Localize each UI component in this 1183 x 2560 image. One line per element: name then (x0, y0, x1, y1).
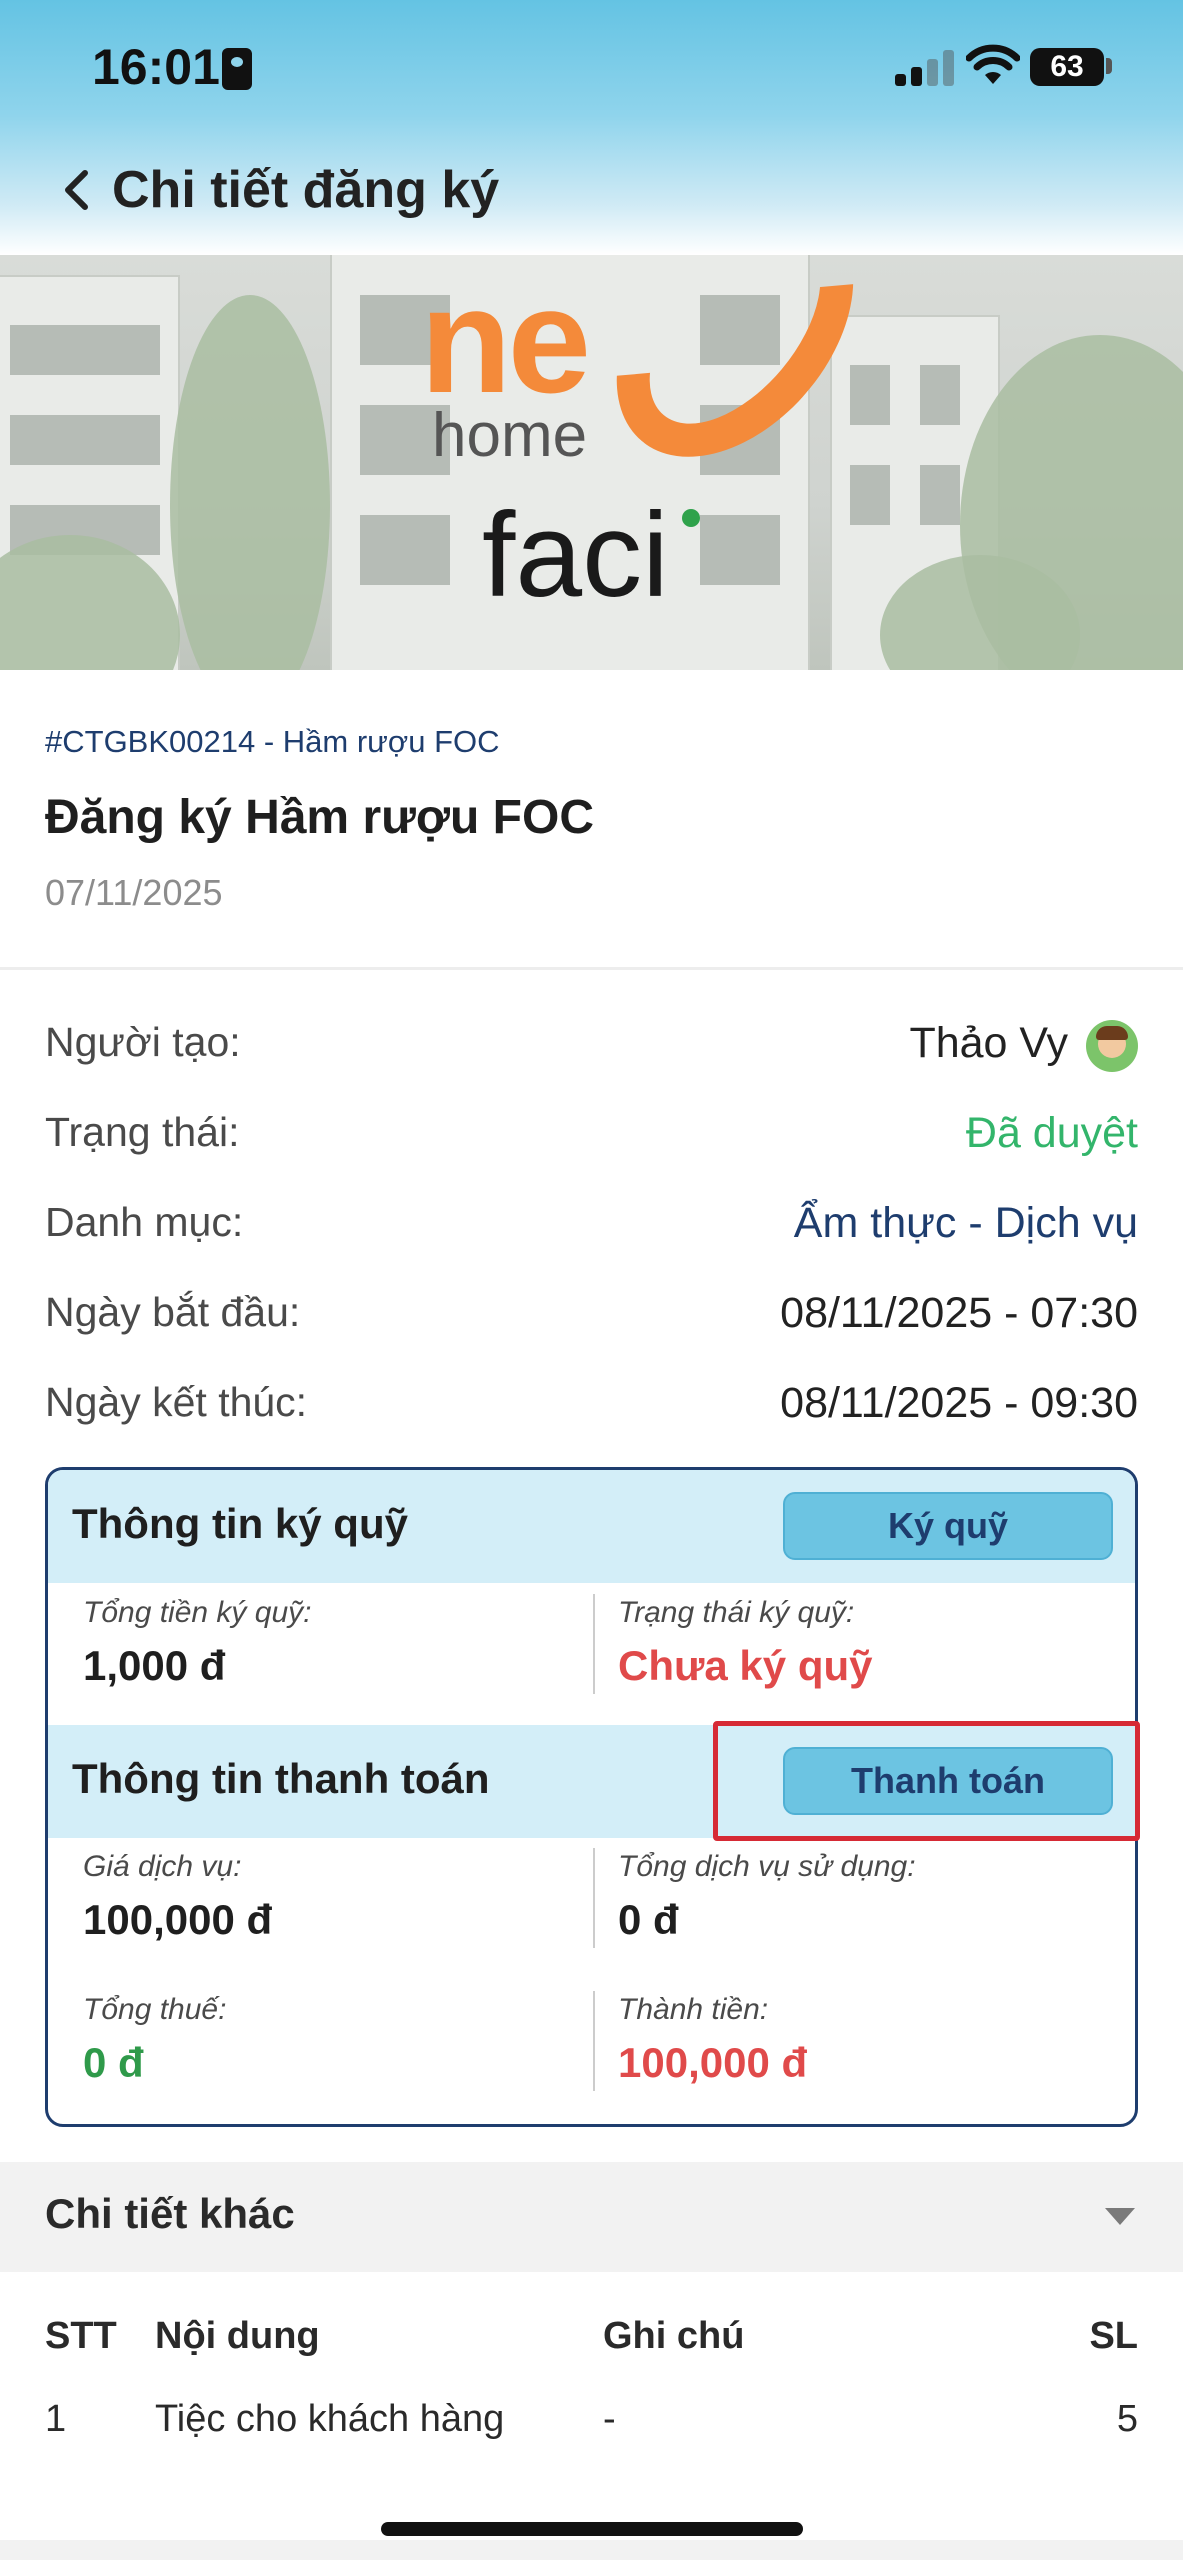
info-row-status: Trạng thái: Đã duyệt (45, 1109, 1138, 1169)
row-quantity: 5 (1116, 2398, 1138, 2440)
avatar (1086, 1019, 1138, 1072)
column-divider (593, 1594, 595, 1694)
logo-home: home (432, 401, 588, 470)
column-header-stt: STT (45, 2315, 117, 2357)
info-label: Ngày bắt đầu: (45, 1289, 301, 1335)
wifi-icon (966, 44, 1020, 84)
info-row-start: Ngày bắt đầu: 08/11/2025 - 07:30 (45, 1289, 1138, 1349)
info-label: Ngày kết thúc: (45, 1379, 308, 1425)
logo-faci: faci (482, 488, 669, 622)
deposit-header: Thông tin ký quỹ Ký quỹ (48, 1470, 1135, 1583)
category-value: Ẩm thực - Dịch vụ (793, 1199, 1138, 1247)
payment-header: Thông tin thanh toán Thanh toán (48, 1725, 1135, 1838)
total-tax-value: 0 đ (83, 2039, 144, 2086)
info-label: Trạng thái: (45, 1109, 240, 1155)
chevron-left-icon (65, 170, 88, 210)
banner-image: ne home faci (0, 255, 1183, 670)
bottom-strip (0, 2540, 1183, 2560)
payment-button[interactable]: Thanh toán (783, 1747, 1113, 1815)
deposit-total: Tổng tiền ký quỹ: 1,000 đ (83, 1596, 563, 1690)
start-value: 08/11/2025 - 07:30 (780, 1289, 1138, 1337)
column-divider (593, 1991, 595, 2091)
column-header-content: Nội dung (155, 2315, 320, 2357)
creator-value: Thảo Vy (909, 1019, 1138, 1072)
booking-date: 07/11/2025 (45, 872, 223, 913)
total-tax: Tổng thuế: 0 đ (83, 1993, 563, 2087)
top-header: 16:01 63 Chi tiết đăng ký (0, 0, 1183, 255)
status-value: Đã duyệt (965, 1109, 1138, 1157)
logo-ne: ne (420, 256, 591, 424)
contact-card-icon (222, 48, 252, 90)
column-header-note: Ghi chú (603, 2315, 745, 2357)
service-price-value: 100,000 đ (83, 1896, 273, 1943)
other-details-header[interactable]: Chi tiết khác (0, 2162, 1183, 2272)
row-note: - (603, 2398, 616, 2440)
deposit-total-label: Tổng tiền ký quỹ: (83, 1596, 312, 1629)
deposit-status: Trạng thái ký quỹ: Chưa ký quỹ (618, 1596, 1098, 1690)
creator-name: Thảo Vy (909, 1019, 1068, 1067)
signal-icon (895, 50, 955, 86)
row-stt: 1 (45, 2398, 67, 2440)
payment-title: Thông tin thanh toán (72, 1755, 490, 1802)
services-used: Tổng dịch vụ sử dụng: 0 đ (618, 1850, 1098, 1944)
grand-total: Thành tiền: 100,000 đ (618, 1993, 1098, 2087)
battery-icon: 63 (1030, 48, 1104, 86)
services-used-value: 0 đ (618, 1896, 679, 1943)
services-used-label: Tổng dịch vụ sử dụng: (618, 1850, 916, 1883)
row-content: Tiệc cho khách hàng (155, 2398, 505, 2440)
info-row-category: Danh mục: Ẩm thực - Dịch vụ (45, 1199, 1138, 1259)
deposit-status-label: Trạng thái ký quỹ: (618, 1596, 855, 1629)
deposit-title: Thông tin ký quỹ (72, 1500, 408, 1547)
page-title: Chi tiết đăng ký (112, 161, 500, 219)
tree-shape (170, 295, 330, 670)
other-details-title: Chi tiết khác (45, 2190, 295, 2237)
info-label: Người tạo: (45, 1019, 241, 1065)
grand-total-label: Thành tiền: (618, 1993, 769, 2026)
caret-down-icon (1105, 2208, 1135, 2225)
logo-dot (682, 509, 700, 527)
column-header-quantity: SL (1089, 2315, 1138, 2357)
divider (0, 967, 1183, 970)
payment-card: Thông tin ký quỹ Ký quỹ Tổng tiền ký quỹ… (45, 1467, 1138, 2127)
grand-total-value: 100,000 đ (618, 2039, 808, 2086)
info-row-creator: Người tạo: Thảo Vy (45, 1019, 1138, 1079)
column-divider (593, 1848, 595, 1948)
total-tax-label: Tổng thuế: (83, 1993, 227, 2026)
status-time: 16:01 (92, 39, 220, 95)
end-value: 08/11/2025 - 09:30 (780, 1379, 1138, 1427)
booking-code: #CTGBK00214 - Hầm rượu FOC (45, 724, 500, 759)
back-button[interactable] (48, 160, 104, 220)
deposit-button[interactable]: Ký quỹ (783, 1492, 1113, 1560)
battery-tip (1106, 58, 1112, 74)
home-indicator[interactable] (381, 2522, 803, 2536)
booking-title: Đăng ký Hầm rượu FOC (45, 791, 594, 844)
deposit-status-value: Chưa ký quỹ (618, 1642, 873, 1689)
info-label: Danh mục: (45, 1199, 244, 1245)
service-price: Giá dịch vụ: 100,000 đ (83, 1850, 563, 1944)
service-price-label: Giá dịch vụ: (83, 1850, 242, 1883)
deposit-total-value: 1,000 đ (83, 1642, 226, 1689)
info-row-end: Ngày kết thúc: 08/11/2025 - 09:30 (45, 1379, 1138, 1439)
